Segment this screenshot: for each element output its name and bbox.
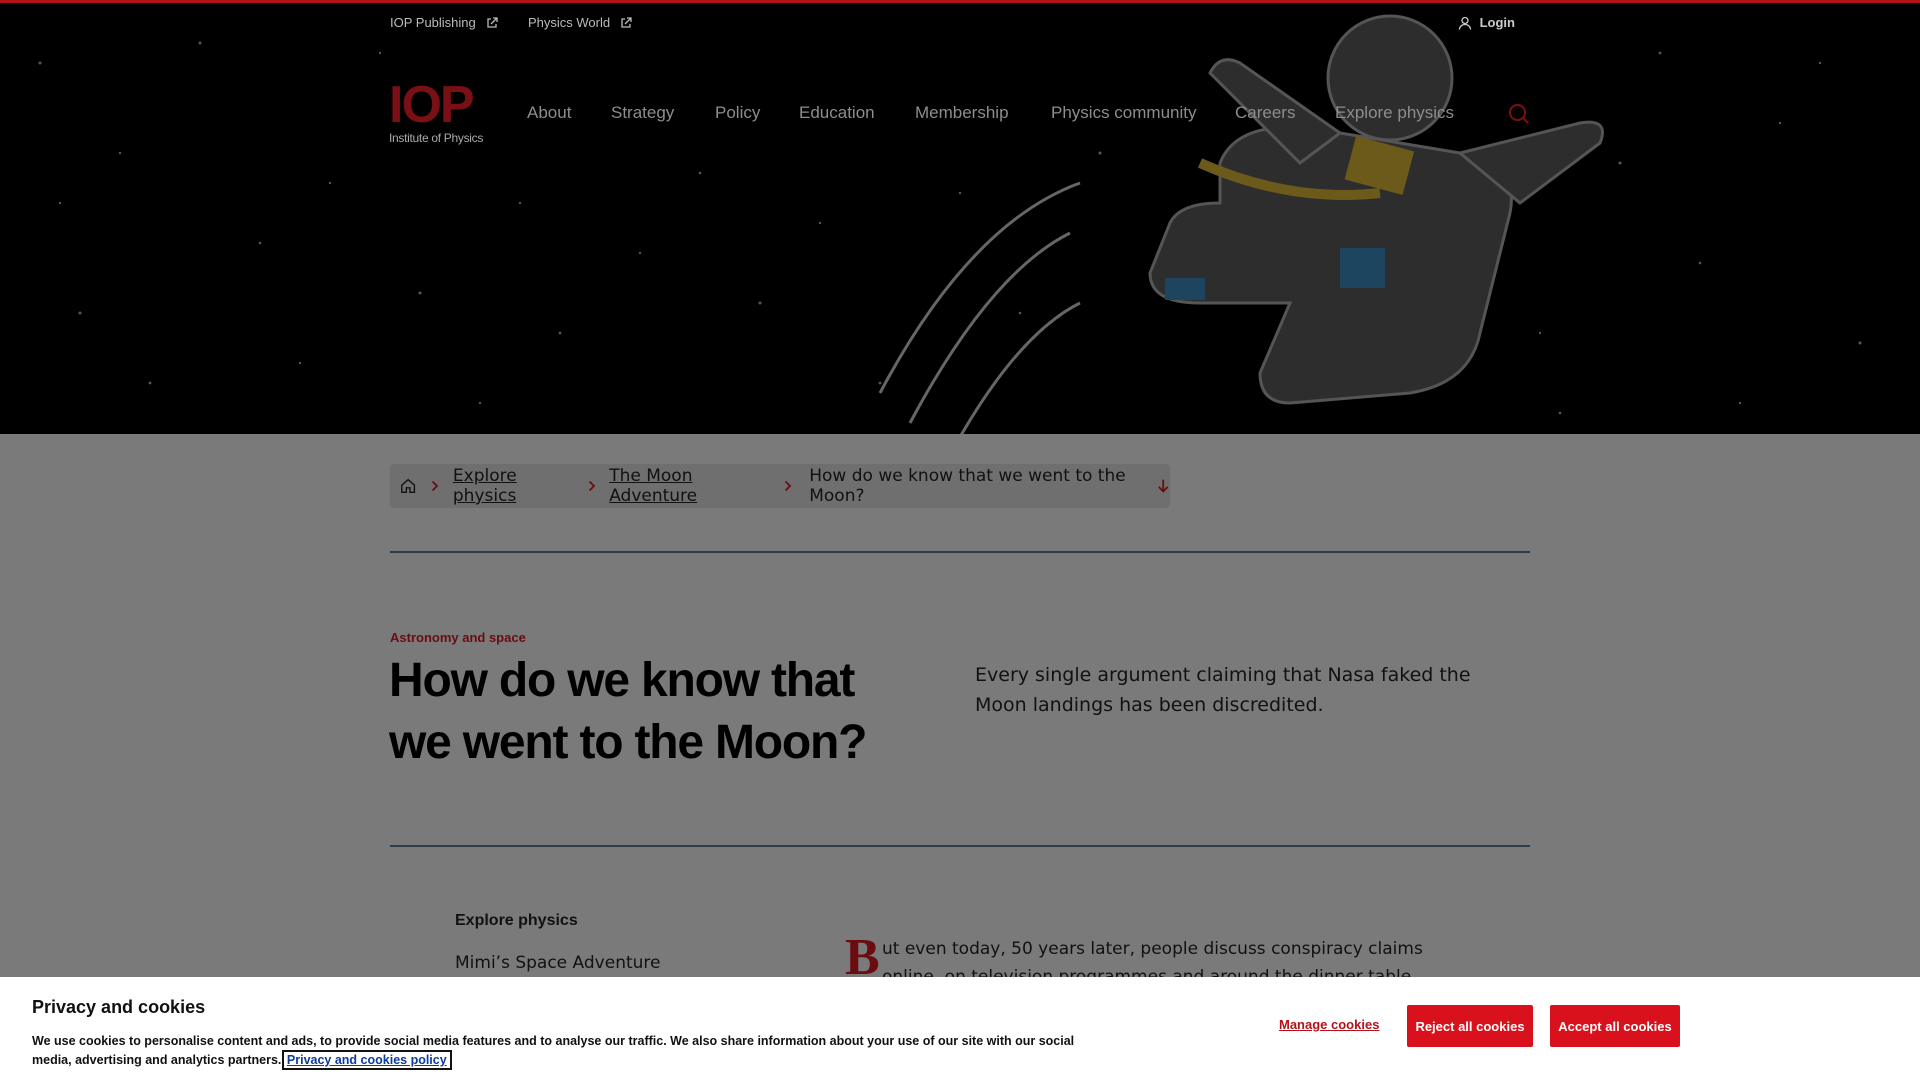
chevron-right-icon bbox=[432, 480, 439, 492]
cookie-text: We use cookies to personalise content an… bbox=[32, 1034, 1075, 1067]
cookie-description: We use cookies to personalise content an… bbox=[32, 1032, 1092, 1070]
nav-membership[interactable]: Membership bbox=[915, 103, 1009, 123]
login-label: Login bbox=[1479, 15, 1515, 30]
physics-world-label: Physics World bbox=[528, 15, 611, 30]
article-standfirst: Every single argument claiming that Nasa… bbox=[975, 664, 1471, 716]
nav-physics-community[interactable]: Physics community bbox=[1051, 103, 1196, 123]
home-icon[interactable] bbox=[400, 477, 416, 495]
arrow-down-icon[interactable] bbox=[1156, 477, 1170, 495]
nav-policy[interactable]: Policy bbox=[715, 103, 760, 123]
breadcrumb-moon-adventure[interactable]: The Moon Adventure bbox=[609, 466, 768, 506]
privacy-policy-link[interactable]: Privacy and cookies policy bbox=[281, 1050, 452, 1070]
search-icon[interactable] bbox=[1508, 103, 1530, 125]
user-icon bbox=[1458, 16, 1471, 30]
breadcrumb-current: How do we know that we went to the Moon? bbox=[809, 466, 1126, 506]
chevron-right-icon bbox=[588, 480, 595, 492]
nav-about[interactable]: About bbox=[527, 103, 571, 123]
page-title: How do we know that we went to the Moon? bbox=[389, 654, 867, 769]
divider-top bbox=[390, 551, 1530, 553]
cookie-title: Privacy and cookies bbox=[32, 997, 206, 1017]
breadcrumb-explore-physics[interactable]: Explore physics bbox=[453, 466, 573, 506]
chevron-right-icon bbox=[784, 480, 791, 492]
external-link-icon bbox=[487, 16, 498, 28]
nav-careers[interactable]: Careers bbox=[1235, 103, 1295, 123]
login-button[interactable]: Login bbox=[1458, 15, 1515, 30]
external-link-icon bbox=[621, 16, 632, 28]
sidebar-item-mimis-space-adventure[interactable]: Mimi’s Space Adventure bbox=[455, 953, 660, 973]
hero-banner: IOP Publishing Physics World Login IOP I… bbox=[0, 0, 1920, 434]
divider-bottom bbox=[390, 845, 1530, 847]
logo-letters: IOP bbox=[389, 76, 475, 134]
article-category[interactable]: Astronomy and space bbox=[390, 630, 526, 645]
physics-world-link[interactable]: Physics World bbox=[528, 15, 632, 30]
iop-publishing-link[interactable]: IOP Publishing bbox=[390, 15, 498, 30]
manage-cookies-button[interactable]: Manage cookies bbox=[1279, 1017, 1379, 1032]
nav-education[interactable]: Education bbox=[799, 103, 875, 123]
sidebar-title: Explore physics bbox=[455, 912, 578, 929]
iop-logo[interactable]: IOP Institute of Physics bbox=[389, 76, 499, 145]
iop-publishing-label: IOP Publishing bbox=[390, 15, 476, 30]
cookie-banner: Privacy and cookies We use cookies to pe… bbox=[0, 977, 1920, 1080]
accept-cookies-button[interactable]: Accept all cookies bbox=[1550, 1005, 1680, 1047]
logo-subtitle: Institute of Physics bbox=[389, 131, 484, 145]
breadcrumb: Explore physics The Moon Adventure How d… bbox=[390, 464, 1170, 508]
astronaut-illustration bbox=[878, 14, 1604, 434]
nav-strategy[interactable]: Strategy bbox=[611, 103, 674, 123]
reject-cookies-button[interactable]: Reject all cookies bbox=[1407, 1005, 1533, 1047]
nav-explore-physics[interactable]: Explore physics bbox=[1335, 103, 1454, 123]
